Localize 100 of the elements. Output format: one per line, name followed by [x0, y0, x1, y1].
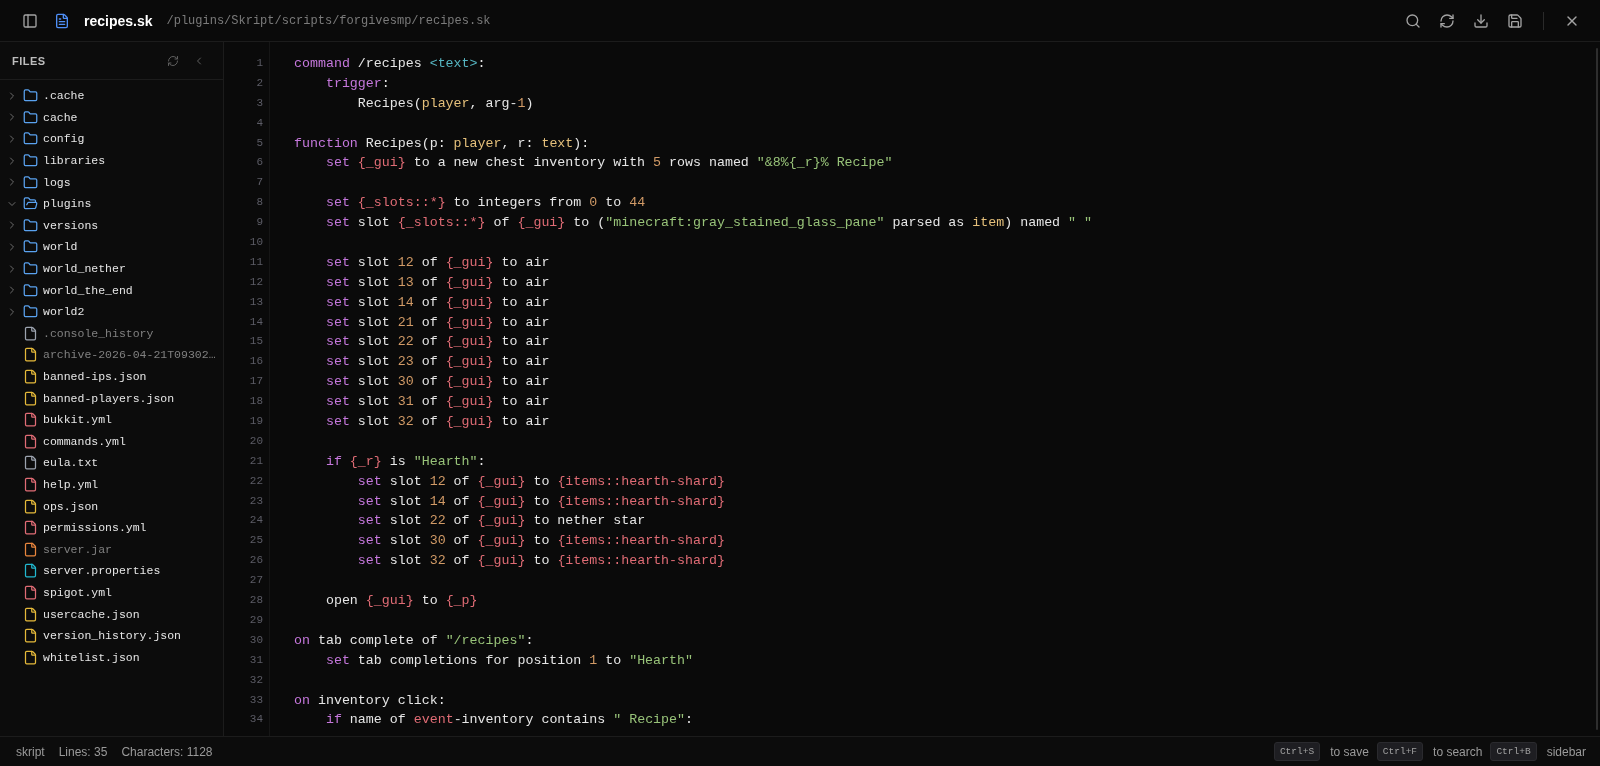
code-line: set slot 12 of {_gui} to air	[324, 253, 551, 272]
file-item[interactable]: archive-2026-04-21T09302…	[0, 344, 223, 366]
folder-item[interactable]: world	[0, 236, 223, 258]
file-item[interactable]: help.yml	[0, 473, 223, 496]
file-item[interactable]: bukkit.yml	[0, 408, 223, 431]
status-text: Lines: 35	[58, 744, 108, 759]
shortcut-label: sidebar	[1546, 744, 1586, 759]
scrollbar[interactable]	[1596, 48, 1598, 730]
line-number: 1	[256, 56, 263, 71]
file-item[interactable]: version_history.json	[0, 624, 223, 647]
code-line: set slot 32 of {_gui} to air	[324, 413, 551, 432]
line-number: 2	[256, 75, 263, 91]
folder-item[interactable]: .cache	[0, 85, 223, 107]
file-item[interactable]: banned-ips.json	[0, 365, 223, 388]
folder-icon	[23, 174, 38, 190]
folder-item[interactable]: cache	[0, 106, 223, 129]
code-line: set slot {_slots::*} of {_gui} to ("minecraft:gray_stained_glass_pane" parsed as item) named " "	[324, 214, 1094, 233]
file-item[interactable]: banned-players.json	[0, 387, 223, 409]
code-line: on tab complete of "/recipes":	[294, 631, 535, 650]
line-number: 27	[249, 573, 263, 589]
shortcut-key: Ctrl+F	[1376, 742, 1424, 761]
file-title: recipes.sk	[84, 12, 153, 29]
file-item[interactable]: eula.txt	[0, 452, 223, 474]
folder-item[interactable]: logs	[0, 171, 223, 193]
line-number: 18	[249, 394, 263, 410]
code-line: set tab completions for position 1 to "Hearth"	[324, 651, 694, 670]
code-line: set slot 30 of {_gui} to {items::hearth-shard}	[356, 532, 726, 551]
code-line: set slot 13 of {_gui} to air	[324, 273, 551, 292]
line-number: 20	[249, 433, 263, 449]
folder-item[interactable]: world_nether	[0, 257, 223, 280]
code-line: if name of event-inventory contains " Recipe":	[324, 711, 695, 730]
folder-item[interactable]: libraries	[0, 149, 223, 172]
shortcut-key: Ctrl+B	[1490, 742, 1537, 761]
folder-icon	[23, 282, 38, 298]
folder-item[interactable]: config	[0, 128, 223, 150]
file-item[interactable]: server.jar	[0, 538, 223, 561]
line-number: 14	[249, 314, 263, 330]
line-number: 29	[249, 612, 263, 628]
folder-item[interactable]: versions	[0, 214, 223, 237]
code-line: set {_slots::*} to integers from 0 to 44	[324, 194, 647, 213]
folder-icon	[23, 239, 38, 255]
folder-open-icon	[23, 196, 38, 212]
file-item[interactable]: spigot.yml	[0, 581, 223, 604]
code-line: command /recipes <text>:	[294, 55, 487, 73]
code-line: function Recipes(p: player, r: text):	[294, 134, 591, 153]
file-item[interactable]: server.properties	[0, 560, 223, 582]
file-item[interactable]: usercache.json	[0, 603, 223, 625]
line-number: 26	[249, 553, 263, 569]
line-number: 31	[249, 652, 263, 668]
sidebar-title: FILES	[12, 54, 46, 67]
line-number: 7	[256, 175, 263, 191]
line-number: 6	[256, 155, 263, 171]
line-number: 12	[249, 274, 263, 290]
folder-icon	[23, 217, 38, 233]
line-number: 15	[249, 334, 263, 350]
shortcut-label: to search	[1433, 744, 1483, 759]
line-number: 21	[249, 453, 263, 469]
code-line: set slot 22 of {_gui} to nether star	[356, 512, 647, 531]
line-number: 32	[249, 672, 263, 688]
line-number: 13	[249, 294, 263, 310]
code-line: set slot 22 of {_gui} to air	[324, 333, 551, 352]
folder-item[interactable]: plugins	[0, 192, 223, 215]
status-text: skript	[16, 744, 45, 759]
code-line: set slot 31 of {_gui} to air	[324, 393, 551, 412]
file-item[interactable]: commands.yml	[0, 430, 223, 453]
line-number: 3	[256, 95, 263, 111]
line-number: 4	[256, 115, 263, 131]
file-item[interactable]: whitelist.json	[0, 646, 223, 669]
line-number: 19	[249, 414, 263, 430]
folder-item[interactable]: world_the_end	[0, 279, 223, 301]
code-line: set slot 14 of {_gui} to air	[324, 293, 551, 312]
folder-icon	[23, 109, 38, 125]
code-line: on inventory click:	[294, 691, 447, 710]
line-number: 5	[256, 135, 263, 151]
code-line: set {_gui} to a new chest inventory with 5 rows named "&8%{_r}% Recipe"	[324, 154, 894, 173]
line-number: 9	[256, 215, 263, 231]
line-number: 23	[249, 493, 263, 509]
code-line: set slot 32 of {_gui} to {items::hearth-shard}	[356, 552, 726, 571]
code-line: trigger:	[324, 74, 391, 93]
line-number: 22	[249, 473, 263, 489]
code-line: set slot 21 of {_gui} to air	[324, 313, 551, 332]
code-line: set slot 14 of {_gui} to {items::hearth-shard}	[356, 492, 726, 511]
folder-item[interactable]: world2	[0, 300, 223, 323]
line-number: 24	[249, 513, 263, 529]
line-number: 16	[249, 354, 263, 370]
line-number: 10	[249, 235, 263, 250]
file-path: /plugins/Skript/scripts/forgivesmp/recipes.sk	[166, 13, 491, 28]
file-item[interactable]: permissions.yml	[0, 516, 223, 539]
file-item[interactable]: ops.json	[0, 495, 223, 517]
shortcut-label: to save	[1330, 744, 1369, 759]
line-number: 33	[249, 692, 263, 708]
folder-icon	[23, 88, 38, 104]
line-number: 30	[249, 632, 263, 648]
code-line: set slot 30 of {_gui} to air	[324, 373, 551, 392]
shortcut-key: Ctrl+S	[1273, 742, 1321, 761]
code-line: set slot 12 of {_gui} to {items::hearth-shard}	[356, 472, 726, 491]
folder-icon	[23, 261, 38, 277]
file-icon	[54, 12, 70, 29]
line-number: 8	[256, 195, 263, 211]
file-item[interactable]: .console_history	[0, 322, 223, 345]
